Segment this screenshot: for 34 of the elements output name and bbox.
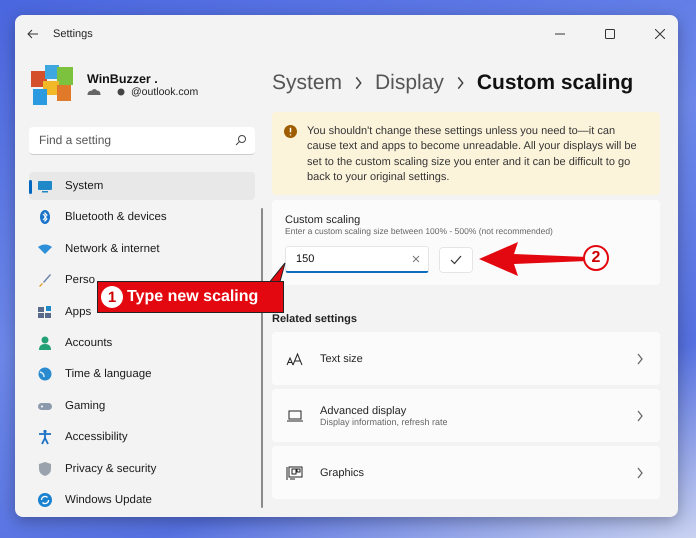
nav-item[interactable]: Gaming xyxy=(29,391,110,420)
search-field[interactable]: Find a setting xyxy=(29,127,255,155)
nav-item[interactable]: Network & internet xyxy=(29,234,164,264)
nav-item[interactable]: System xyxy=(29,172,255,200)
row-title: Advanced display xyxy=(320,404,408,417)
breadcrumb-item[interactable]: System xyxy=(272,71,342,95)
step-number: 1 xyxy=(101,286,123,308)
warning-text: You shouldn't change these settings unless you need to—it can cause text and apps to become unreadable. All your displays will be set to the custom scaling size you enter and it can be difficult to go back to your original settings. xyxy=(307,124,638,185)
scaling-input-field[interactable]: 150 xyxy=(285,246,429,274)
profile-name: WinBuzzer . xyxy=(87,72,159,86)
breadcrumb-item: Custom scaling xyxy=(476,71,634,95)
nav-item[interactable]: Privacy & security xyxy=(29,454,160,483)
settings-row[interactable]: Graphics xyxy=(272,446,660,500)
section-heading: Related settings xyxy=(272,313,358,326)
scaling-input[interactable]: 150 xyxy=(294,252,412,266)
row-title: Text size xyxy=(320,352,364,365)
breadcrumb-item[interactable]: Display xyxy=(375,71,444,95)
nav-item[interactable]: Accessibility xyxy=(29,422,132,452)
search-input[interactable]: Find a setting xyxy=(37,132,235,148)
settings-row[interactable]: Text size xyxy=(272,332,660,386)
annotation-text: Type new scaling xyxy=(127,288,258,306)
nav-item[interactable]: Windows Update xyxy=(29,486,156,514)
window-title: Settings xyxy=(53,28,94,40)
row-title: Graphics xyxy=(320,466,366,479)
nav-item[interactable]: Time & language xyxy=(29,360,156,389)
settings-row[interactable]: Advanced display Display information, refresh rate xyxy=(272,389,660,442)
row-subtitle: Display information, refresh rate xyxy=(320,416,449,427)
nav-item[interactable]: Apps xyxy=(29,297,96,326)
nav-item[interactable]: Bluetooth & devices xyxy=(29,203,171,232)
nav-item[interactable]: Accounts xyxy=(29,328,116,358)
nav-item[interactable]: Perso xyxy=(29,266,100,295)
setting-description: Enter a custom scaling size between 100% - 500% (not recommended) xyxy=(285,226,554,236)
setting-title: Custom scaling xyxy=(285,214,362,226)
profile-email: @outlook.com xyxy=(131,86,198,98)
